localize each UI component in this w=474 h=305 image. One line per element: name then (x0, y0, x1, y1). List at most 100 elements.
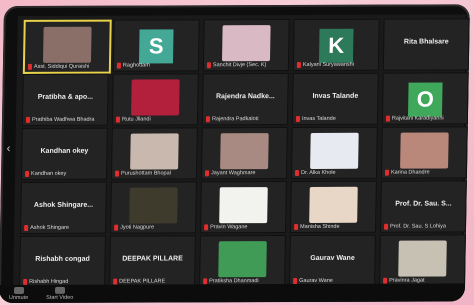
participant-tile[interactable]: Gaurav Wane Gaurav Wane (289, 234, 376, 288)
unmute-label: Unmute (8, 294, 29, 302)
participant-name: Invas Talande (301, 115, 336, 122)
participant-display-name: Invas Talande (312, 92, 359, 100)
camera-icon (54, 286, 65, 294)
muted-mic-icon (114, 224, 119, 231)
participant-name: Jayant Waghmare (210, 170, 256, 177)
participant-name-label: Pravin Wagane (204, 224, 248, 231)
participant-name-label: Dr. Alka Khole (294, 169, 336, 177)
participant-tile[interactable]: Jyoti Nagpure (110, 181, 197, 234)
participant-tile[interactable]: Jayant Waghmare (200, 127, 288, 180)
muted-mic-icon (206, 62, 211, 69)
muted-mic-icon (25, 116, 31, 123)
video-grid: Asst. Siddiqui Quraishi S Raghottam Sanchit… (13, 14, 470, 288)
unmute-button[interactable]: Unmute (8, 286, 29, 302)
participant-video (310, 132, 359, 169)
participant-display-name: DEEPAK PILLARE (122, 255, 183, 263)
participant-name: Prof. Dr. Sau. S Lohiya (390, 223, 447, 230)
participant-name: Kandhan okey (31, 170, 67, 177)
participant-display-name: Prof. Dr. Sau. S... (395, 200, 452, 208)
participant-video (219, 187, 268, 224)
avatar: O (407, 82, 443, 117)
participant-name: Karina Dhandre (390, 169, 430, 176)
participant-video (400, 132, 449, 169)
participant-name-label: Ashok Shingare (24, 225, 69, 231)
participant-name: Raghottam (122, 62, 150, 69)
participant-tile[interactable]: Pratiksha Dhanmadi (199, 235, 286, 288)
participant-name-label: Rajendra Padkaloti (205, 116, 259, 123)
muted-mic-icon (294, 224, 299, 231)
participant-display-name: Kandhan okey (40, 147, 89, 155)
start-video-label: Start Video (46, 294, 74, 301)
participant-name-label: Rutu Jllandi (115, 116, 151, 123)
participant-tile[interactable]: S Raghottam (112, 19, 200, 72)
participant-tile[interactable]: DEEPAK PILLARE DEEPAK PILLARE (109, 235, 196, 288)
participant-tile[interactable]: Rishabh congad Rishabh Hingad (19, 235, 106, 288)
muted-mic-icon (385, 115, 391, 122)
avatar: S (138, 29, 174, 64)
participant-tile[interactable]: Asst. Siddiqui Quraishi (22, 19, 112, 74)
participant-tile[interactable]: Sanchit Divje (Sec. K) (202, 19, 290, 72)
muted-mic-icon (116, 62, 121, 69)
participant-tile[interactable]: Purushottam Bhopal (110, 127, 198, 180)
microphone-icon (13, 286, 24, 295)
participant-video (221, 25, 271, 62)
participant-name: Pravin Wagane (210, 224, 248, 231)
participant-display-name: Rita Bhalsare (403, 38, 449, 46)
participant-tile[interactable]: Karina Dhandre (380, 126, 468, 179)
participant-name-label: Purushottam Bhopal (114, 170, 171, 177)
participant-name-label: Invas Talande (295, 115, 336, 122)
participant-name-label: Kalyani Suryawanshi (296, 61, 355, 68)
participant-name-label: Jayant Waghmare (204, 170, 256, 177)
start-video-button[interactable]: Start Video (46, 286, 74, 301)
participant-video (130, 133, 179, 170)
participant-tile[interactable]: Rita Bhalsare (382, 18, 470, 71)
meeting-toolbar: Unmute Start Video (0, 283, 470, 304)
muted-mic-icon (384, 169, 390, 176)
participant-video (309, 186, 358, 223)
participant-display-name: Rajendra Nadke... (215, 93, 275, 101)
participant-video (129, 187, 178, 224)
participant-display-name: Pratibha & apo... (37, 93, 94, 101)
participant-name: Dr. Alka Khole (300, 169, 336, 176)
participant-tile[interactable]: K Kalyani Suryawanshi (292, 18, 380, 72)
chevron-left-icon[interactable]: ‹ (3, 141, 13, 163)
participant-name-label: Manisha Shinde (294, 223, 340, 231)
participant-name-label: Sanchit Divje (Sec. K) (206, 62, 266, 69)
participant-name: Manisha Shinde (300, 223, 340, 231)
participant-tile[interactable]: Pravinra Jagat (379, 234, 466, 287)
participant-name-label: Rajvitani Karadiyanni (385, 115, 444, 122)
participant-tile[interactable]: Rutu Jllandi (111, 73, 199, 126)
muted-mic-icon (204, 170, 210, 177)
muted-mic-icon (295, 115, 301, 122)
participant-tile[interactable]: Pratibha & apo... Prathiba Wadhwa Bhadra (21, 73, 109, 126)
participant-tile[interactable]: O Rajvitani Karadiyanni (381, 72, 469, 125)
participant-tile[interactable]: Prof. Dr. Sau. S... Prof. Dr. Sau. S Lohi… (379, 180, 467, 233)
participant-video (398, 240, 447, 277)
muted-mic-icon (204, 224, 209, 231)
participant-name: Jyoti Nagpure (120, 224, 155, 231)
participant-display-name: Ashok Shingare... (33, 201, 94, 209)
participant-name-label: Karina Dhandre (384, 169, 430, 176)
muted-mic-icon (25, 170, 30, 177)
avatar: K (318, 28, 354, 63)
participant-name: Purushottam Bhopal (120, 170, 171, 177)
muted-mic-icon (296, 61, 301, 68)
muted-mic-icon (205, 116, 211, 123)
participant-tile[interactable]: Invas Talande Invas Talande (291, 72, 379, 126)
participant-tile[interactable]: Kandhan okey Kandhan okey (20, 127, 108, 180)
participant-tile[interactable]: Manisha Shinde (289, 180, 377, 234)
participant-tile[interactable]: Pravin Wagane (199, 181, 287, 234)
participant-name: Kalyani Suryawanshi (302, 61, 355, 68)
device-frame: Asst. Siddiqui Quraishi S Raghottam Sanchit… (0, 4, 470, 304)
participant-tile[interactable]: Ashok Shingare... Ashok Shingare (20, 181, 107, 234)
muted-mic-icon (115, 116, 121, 123)
participant-name-label: Prof. Dr. Sau. S Lohiya (384, 223, 447, 230)
participant-tile[interactable]: Rajendra Nadke... Rajendra Padkaloti (201, 73, 289, 126)
muted-mic-icon (294, 169, 300, 177)
participant-video (218, 241, 267, 278)
participant-display-name: Gaurav Wane (310, 254, 355, 262)
participant-name-label: Kandhan okey (25, 171, 66, 177)
participant-name: Rutu Jllandi (121, 116, 151, 123)
participant-name-label: Prathiba Wadhwa Bhadra (25, 116, 95, 123)
participant-tile[interactable]: Dr. Alka Khole (290, 126, 378, 180)
